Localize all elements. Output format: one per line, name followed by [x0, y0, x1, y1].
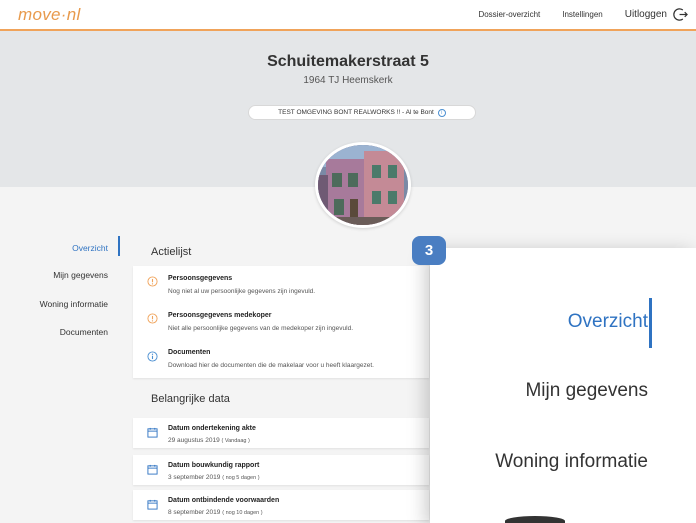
property-photo — [315, 142, 411, 228]
actions-card: Persoonsgegevens Nog niet al uw persoonl… — [133, 266, 429, 378]
zoomed-sidebar-callout: Overzicht Mijn gegevens Woning informati… — [430, 248, 696, 523]
dates-title: Belangrijke data — [151, 393, 230, 405]
sidebar-item-mijn-gegevens[interactable]: Mijn gegevens — [0, 270, 108, 280]
calendar-icon — [147, 427, 158, 438]
top-bar: move·nl Dossier-overzicht Instellingen U… — [0, 0, 696, 31]
zoom-item-mijn-gegevens[interactable]: Mijn gegevens — [525, 380, 648, 402]
action-item[interactable]: Documenten Download hier de documenten d… — [133, 342, 429, 378]
logout-link[interactable]: Uitloggen — [625, 7, 688, 22]
sidebar-item-woning-informatie[interactable]: Woning informatie — [0, 299, 108, 309]
top-nav: Dossier-overzicht Instellingen Uitloggen — [478, 0, 688, 29]
zoom-partial-text — [505, 516, 565, 523]
action-text: Niet alle persoonlijke gegevens van de m… — [168, 325, 354, 332]
info-icon — [147, 351, 158, 362]
action-text: Nog niet al uw persoonlijke gegevens zij… — [168, 288, 316, 295]
sidebar-item-overzicht[interactable]: Overzicht — [0, 243, 108, 253]
date-value: 3 september 2019 ( nog 5 dagen ) — [168, 474, 260, 481]
nav-instellingen[interactable]: Instellingen — [562, 10, 602, 19]
zoom-active-indicator — [649, 298, 652, 348]
environment-badge[interactable]: TEST OMGEVING BONT REALWORKS !! - Al te … — [248, 105, 476, 120]
calendar-icon — [147, 464, 158, 475]
info-icon: i — [437, 108, 446, 117]
action-item[interactable]: Persoonsgegevens medekoper Niet alle per… — [133, 304, 429, 340]
action-text: Download hier de documenten die de makel… — [168, 362, 374, 369]
warning-icon — [147, 313, 158, 324]
date-item[interactable]: Datum bouwkundig rapport 3 september 201… — [133, 455, 429, 485]
warning-icon — [147, 276, 158, 287]
logout-icon — [673, 8, 688, 21]
action-item[interactable]: Persoonsgegevens Nog niet al uw persoonl… — [133, 266, 429, 302]
environment-label: TEST OMGEVING BONT REALWORKS !! - Al te … — [278, 109, 434, 116]
action-title: Persoonsgegevens — [168, 275, 233, 282]
date-item[interactable]: Datum ontbindende voorwaarden 8 septembe… — [133, 490, 429, 520]
date-item[interactable]: Datum ondertekening akte 29 augustus 201… — [133, 418, 429, 448]
move-nl-logo[interactable]: move·nl — [18, 5, 81, 25]
action-title: Persoonsgegevens medekoper — [168, 312, 272, 319]
house-photo-image — [318, 145, 408, 225]
calendar-icon — [147, 499, 158, 510]
date-value: 8 september 2019 ( nog 10 dagen ) — [168, 509, 263, 516]
property-address: Schuitemakerstraat 5 — [267, 53, 429, 70]
action-title: Documenten — [168, 349, 211, 356]
zoom-item-woning-informatie[interactable]: Woning informatie — [495, 451, 648, 473]
date-title: Datum ontbindende voorwaarden — [168, 497, 280, 504]
step-number-badge: 3 — [412, 236, 446, 265]
date-title: Datum bouwkundig rapport — [168, 462, 260, 469]
logout-label: Uitloggen — [624, 9, 667, 20]
date-value: 29 augustus 2019 ( Vandaag ) — [168, 437, 250, 444]
property-postal: 1964 TJ Heemskerk — [303, 75, 393, 86]
date-title: Datum ondertekening akte — [168, 425, 256, 432]
nav-dossier-overzicht[interactable]: Dossier-overzicht — [478, 10, 540, 19]
sidebar-item-documenten[interactable]: Documenten — [0, 327, 108, 337]
zoom-item-overzicht[interactable]: Overzicht — [568, 311, 648, 333]
sidebar-active-indicator — [118, 236, 120, 256]
actions-title: Actielijst — [151, 246, 192, 258]
